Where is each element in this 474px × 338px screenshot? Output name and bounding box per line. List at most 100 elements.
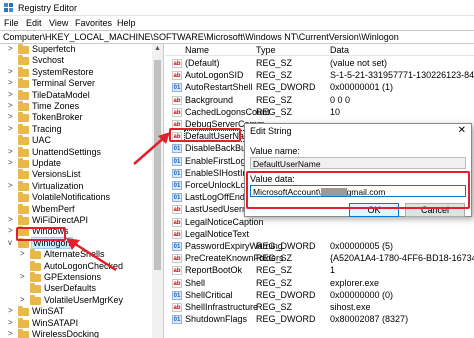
- tree-item[interactable]: > GPExtensions: [0, 272, 152, 284]
- chevron-down-icon[interactable]: v: [8, 238, 16, 247]
- chevron-right-icon[interactable]: >: [8, 215, 16, 224]
- chevron-right-icon[interactable]: >: [8, 90, 16, 99]
- value-row[interactable]: 01 AutoRestartShell REG_DWORD 0x00000001 (1…: [165, 82, 474, 94]
- scroll-up-icon[interactable]: ▲: [154, 45, 161, 52]
- chevron-right-icon[interactable]: >: [8, 147, 16, 156]
- chevron-right-icon[interactable]: >: [8, 112, 16, 121]
- chevron-right-icon[interactable]: >: [8, 318, 16, 327]
- cancel-button[interactable]: Cancel: [405, 203, 465, 217]
- column-type[interactable]: Type: [256, 45, 276, 55]
- value-row[interactable]: ab Background REG_SZ 0 0 0: [165, 95, 474, 107]
- tree-item[interactable]: > WiFiDirectAPI: [0, 215, 152, 227]
- tree-item[interactable]: > Virtualization: [0, 180, 152, 193]
- value-row[interactable]: ab (Default) REG_SZ (value not set): [165, 58, 474, 70]
- chevron-right-icon[interactable]: >: [8, 124, 16, 133]
- tree-item-label[interactable]: WirelessDocking: [32, 329, 99, 338]
- menu-favorites[interactable]: Favorites: [75, 18, 112, 28]
- address-path[interactable]: Computer\HKEY_LOCAL_MACHINE\SOFTWARE\Mic…: [3, 32, 399, 42]
- menu-edit[interactable]: Edit: [26, 18, 42, 28]
- address-bar[interactable]: Computer\HKEY_LOCAL_MACHINE\SOFTWARE\Mic…: [0, 30, 474, 44]
- value-row[interactable]: ab CachedLogonsCount REG_SZ 10: [165, 107, 474, 119]
- registry-key-tree[interactable]: > Superfetch Svchost > SystemRestore > Termina…: [0, 44, 164, 338]
- tree-scrollbar[interactable]: ▲: [152, 44, 163, 338]
- tree-item[interactable]: v Winlogon: [0, 236, 152, 250]
- tree-item-label[interactable]: Update: [32, 158, 61, 168]
- chevron-right-icon[interactable]: >: [20, 295, 28, 304]
- tree-item[interactable]: > Tracing: [0, 123, 152, 136]
- value-row[interactable]: ab Shell REG_SZ explorer.exe: [165, 278, 474, 290]
- chevron-right-icon[interactable]: >: [8, 78, 16, 87]
- tree-item-label[interactable]: WinSAT: [32, 306, 64, 316]
- tree-item[interactable]: > VolatileUserMgrKey: [0, 294, 152, 307]
- menu-file[interactable]: File: [4, 18, 19, 28]
- tree-item-label[interactable]: Terminal Server: [32, 78, 95, 88]
- tree-item[interactable]: > TileDataModel: [0, 89, 152, 102]
- tree-item-label[interactable]: VersionsList: [32, 169, 81, 179]
- tree-item-label[interactable]: Time Zones: [32, 101, 79, 111]
- tree-item-label[interactable]: GPExtensions: [44, 272, 101, 282]
- tree-item[interactable]: > SystemRestore: [0, 66, 152, 79]
- chevron-right-icon[interactable]: >: [8, 329, 16, 338]
- tree-item-label[interactable]: Winlogon: [31, 236, 73, 249]
- ok-button[interactable]: OK: [349, 203, 399, 217]
- value-row[interactable]: ab ReportBootOk REG_SZ 1: [165, 265, 474, 277]
- tree-item-label[interactable]: WinSATAPI: [32, 318, 78, 328]
- column-name[interactable]: Name: [185, 45, 209, 55]
- value-row[interactable]: ab LegalNoticeCaption: [165, 217, 474, 229]
- value-row[interactable]: ab PreCreateKnownFolders REG_SZ {A520A1A4-1…: [165, 253, 474, 265]
- tree-item[interactable]: > AlternateShells: [0, 249, 152, 261]
- chevron-right-icon[interactable]: >: [8, 158, 16, 167]
- value-row[interactable]: ab LegalNoticeText: [165, 229, 474, 241]
- tree-item-label[interactable]: Tracing: [32, 124, 62, 134]
- chevron-right-icon[interactable]: >: [8, 181, 16, 190]
- tree-item[interactable]: Svchost: [0, 55, 152, 67]
- tree-item[interactable]: VolatileNotifications: [0, 192, 152, 204]
- tree-item-label[interactable]: WiFiDirectAPI: [32, 215, 88, 225]
- chevron-right-icon[interactable]: >: [8, 67, 16, 76]
- tree-item-label[interactable]: AutoLogonChecked: [44, 261, 123, 271]
- tree-item[interactable]: AutoLogonChecked: [0, 260, 152, 273]
- tree-item-label[interactable]: Superfetch: [32, 44, 76, 54]
- tree-item-label[interactable]: TileDataModel: [32, 90, 90, 100]
- tree-item[interactable]: > Superfetch: [0, 44, 152, 56]
- scrollbar-thumb[interactable]: [154, 60, 161, 270]
- value-row[interactable]: ab AutoLogonSID REG_SZ S-1-5-21-331957771-1…: [165, 70, 474, 82]
- tree-item[interactable]: WbemPerf: [0, 203, 152, 216]
- tree-item[interactable]: > Windows: [0, 226, 152, 238]
- chevron-right-icon[interactable]: >: [8, 44, 16, 53]
- tree-item[interactable]: UAC: [0, 135, 152, 147]
- tree-item[interactable]: VersionsList: [0, 169, 152, 181]
- value-row[interactable]: ab ShellInfrastructure REG_SZ sihost.exe: [165, 302, 474, 314]
- value-data-field[interactable]: MicrosoftAccount\ gmail.com: [250, 185, 466, 197]
- tree-item[interactable]: > Update: [0, 158, 152, 170]
- chevron-right-icon[interactable]: >: [8, 101, 16, 110]
- close-icon[interactable]: ✕: [458, 125, 466, 136]
- tree-item[interactable]: > WinSATAPI: [0, 317, 152, 330]
- tree-item-label[interactable]: AlternateShells: [44, 249, 105, 259]
- tree-item[interactable]: > Time Zones: [0, 101, 152, 113]
- tree-item-label[interactable]: UserDefaults: [44, 283, 96, 293]
- menu-view[interactable]: View: [49, 18, 68, 28]
- value-row[interactable]: 01 PasswordExpiryWarning REG_DWORD 0x000000…: [165, 241, 474, 253]
- chevron-right-icon[interactable]: >: [20, 249, 28, 258]
- tree-item-label[interactable]: UAC: [32, 135, 51, 145]
- tree-item-label[interactable]: UnattendSettings: [32, 147, 101, 157]
- chevron-right-icon[interactable]: >: [8, 306, 16, 315]
- tree-item-label[interactable]: WbemPerf: [32, 204, 75, 214]
- tree-item[interactable]: > WirelessDocking: [0, 329, 152, 338]
- tree-item-label[interactable]: Windows: [32, 226, 69, 236]
- menu-help[interactable]: Help: [117, 18, 136, 28]
- tree-item-label[interactable]: VolatileNotifications: [32, 192, 110, 202]
- chevron-right-icon[interactable]: >: [8, 226, 16, 235]
- chevron-right-icon[interactable]: >: [20, 272, 28, 281]
- tree-item[interactable]: > Terminal Server: [0, 78, 152, 90]
- column-data[interactable]: Data: [330, 45, 349, 55]
- value-row[interactable]: 01 ShutdownFlags REG_DWORD 0x80002087 (8327…: [165, 314, 474, 326]
- value-row[interactable]: 01 ShellCritical REG_DWORD 0x00000000 (0): [165, 290, 474, 302]
- tree-item-label[interactable]: VolatileUserMgrKey: [44, 295, 123, 305]
- tree-item-label[interactable]: TokenBroker: [32, 112, 83, 122]
- tree-item-label[interactable]: SystemRestore: [32, 67, 94, 77]
- tree-item-label[interactable]: Virtualization: [32, 181, 83, 191]
- tree-item[interactable]: > WinSAT: [0, 306, 152, 318]
- tree-item[interactable]: > TokenBroker: [0, 112, 152, 124]
